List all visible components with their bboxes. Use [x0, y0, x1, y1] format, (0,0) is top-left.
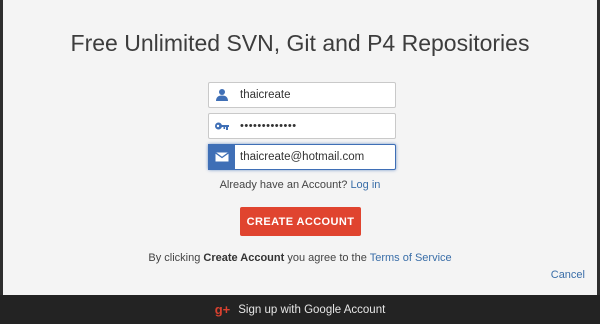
terms-bold: Create Account [203, 252, 285, 264]
password-value: ••••••••••••• [240, 120, 297, 132]
google-signup-label: Sign up with Google Account [238, 303, 386, 316]
create-account-button[interactable]: CREATE ACCOUNT [240, 207, 361, 236]
login-link[interactable]: Log in [350, 179, 380, 191]
modal-title: Free Unlimited SVN, Git and P4 Repositor… [70, 30, 530, 56]
user-icon [209, 83, 235, 107]
login-prompt: Already have an Account? Log in [3, 179, 597, 191]
terms-notice: By clicking Create Account you agree to … [3, 252, 597, 264]
envelope-icon [208, 144, 235, 170]
key-icon [209, 114, 235, 138]
cancel-link[interactable]: Cancel [551, 269, 585, 281]
email-value: thaicreate@hotmail.com [240, 151, 365, 163]
username-field[interactable]: thaicreate [208, 82, 396, 108]
password-field[interactable]: ••••••••••••• [208, 113, 396, 139]
terms-prefix: By clicking [148, 252, 201, 264]
terms-middle: you agree to the [287, 252, 367, 264]
google-signup-button[interactable]: g+ Sign up with Google Account [0, 295, 600, 324]
username-value: thaicreate [240, 89, 291, 101]
signup-modal: Free Unlimited SVN, Git and P4 Repositor… [3, 0, 597, 295]
terms-of-service-link[interactable]: Terms of Service [370, 252, 452, 264]
google-plus-icon: g+ [214, 302, 231, 317]
login-prompt-text: Already have an Account? [219, 179, 348, 191]
email-field[interactable]: thaicreate@hotmail.com [208, 144, 396, 170]
